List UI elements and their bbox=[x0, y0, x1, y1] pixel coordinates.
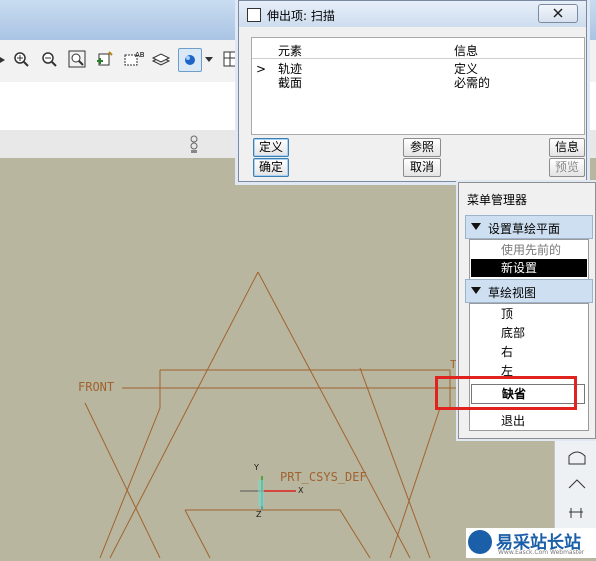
column-header-info: 信息 bbox=[454, 44, 479, 58]
datum-label-t: T bbox=[450, 358, 457, 371]
menu-item-use-previous: 使用先前的 bbox=[501, 243, 562, 257]
header-divider bbox=[252, 58, 584, 59]
watermark: 易采站长站 Www.Easck.Com Webmaster bbox=[466, 528, 596, 558]
ok-button[interactable]: 确定 bbox=[253, 158, 289, 177]
datum-label-front[interactable]: FRONT bbox=[78, 380, 114, 394]
row-marker: > bbox=[256, 62, 267, 76]
menu-section-sketch-view[interactable]: 草绘视图 bbox=[465, 279, 593, 303]
column-header-element: 元素 bbox=[278, 44, 303, 58]
element-name: 截面 bbox=[278, 76, 303, 90]
axis-label-y: Y bbox=[254, 463, 259, 472]
axis-label-x: X bbox=[298, 486, 304, 495]
element-list[interactable]: 元素 信息 > 轨迹 定义 截面 必需的 bbox=[251, 37, 585, 135]
element-name: 轨迹 bbox=[278, 62, 303, 76]
dialog-title: 伸出项: 扫描 bbox=[267, 9, 335, 23]
zoom-fit-icon[interactable] bbox=[66, 48, 88, 70]
svg-text:AB: AB bbox=[135, 51, 144, 59]
menu-item-right[interactable]: 右 bbox=[501, 343, 513, 360]
datum-plane-outline bbox=[185, 509, 371, 558]
element-info: 必需的 bbox=[454, 76, 491, 90]
spin-icon[interactable] bbox=[188, 134, 200, 154]
layers-icon[interactable] bbox=[150, 48, 172, 70]
chevron-down-icon[interactable] bbox=[203, 48, 215, 70]
display-style-icon[interactable] bbox=[178, 48, 202, 72]
watermark-logo-icon bbox=[468, 530, 492, 554]
menu-panel-sketch-view bbox=[469, 303, 589, 431]
list-item[interactable]: 截面 必需的 bbox=[252, 76, 584, 90]
zoom-in-icon[interactable] bbox=[10, 48, 32, 70]
reorient-icon[interactable] bbox=[94, 48, 116, 70]
left-arrow-icon[interactable] bbox=[0, 54, 6, 64]
feature-dialog: 伸出项: 扫描 元素 信息 > 轨迹 定义 截面 必需的 定义 参照 信息 确定… bbox=[238, 0, 587, 182]
element-info: 定义 bbox=[454, 62, 479, 76]
menu-section-label: 设置草绘平面 bbox=[488, 222, 561, 236]
preview-button[interactable]: 预览 bbox=[549, 158, 585, 177]
close-icon bbox=[553, 8, 563, 18]
reference-button[interactable]: 参照 bbox=[403, 138, 441, 157]
axis-label-z: Z bbox=[256, 510, 262, 519]
menu-section-label: 草绘视图 bbox=[488, 286, 537, 300]
watermark-subtext: Www.Easck.Com Webmaster bbox=[498, 549, 585, 556]
datum-label-csys[interactable]: PRT_CSYS_DEF bbox=[280, 470, 367, 484]
cancel-button[interactable]: 取消 bbox=[403, 158, 441, 177]
collapse-triangle-icon bbox=[471, 287, 481, 294]
datum-plane-outline bbox=[389, 407, 441, 558]
highlight-box bbox=[435, 376, 577, 410]
define-button[interactable]: 定义 bbox=[253, 138, 289, 157]
list-item[interactable]: > 轨迹 定义 bbox=[252, 62, 584, 76]
menu-item-new-setup[interactable]: 新设置 bbox=[471, 259, 587, 277]
zoom-out-icon[interactable] bbox=[38, 48, 60, 70]
menu-section-sketch-plane[interactable]: 设置草绘平面 bbox=[465, 215, 593, 239]
menu-item-bottom[interactable]: 底部 bbox=[501, 324, 525, 341]
named-views-icon[interactable]: AB bbox=[122, 48, 144, 70]
close-button[interactable] bbox=[538, 4, 578, 23]
dialog-app-icon bbox=[247, 8, 261, 22]
datum-plane-outline bbox=[99, 407, 161, 558]
menu-item-top[interactable]: 顶 bbox=[501, 305, 513, 322]
menu-item-exit[interactable]: 退出 bbox=[501, 412, 525, 429]
dialog-titlebar[interactable]: 伸出项: 扫描 bbox=[239, 1, 586, 27]
collapse-triangle-icon bbox=[471, 223, 481, 230]
info-button[interactable]: 信息 bbox=[549, 138, 585, 157]
menu-manager-title: 菜单管理器 bbox=[467, 193, 528, 207]
datum-plane-outline bbox=[184, 509, 211, 558]
